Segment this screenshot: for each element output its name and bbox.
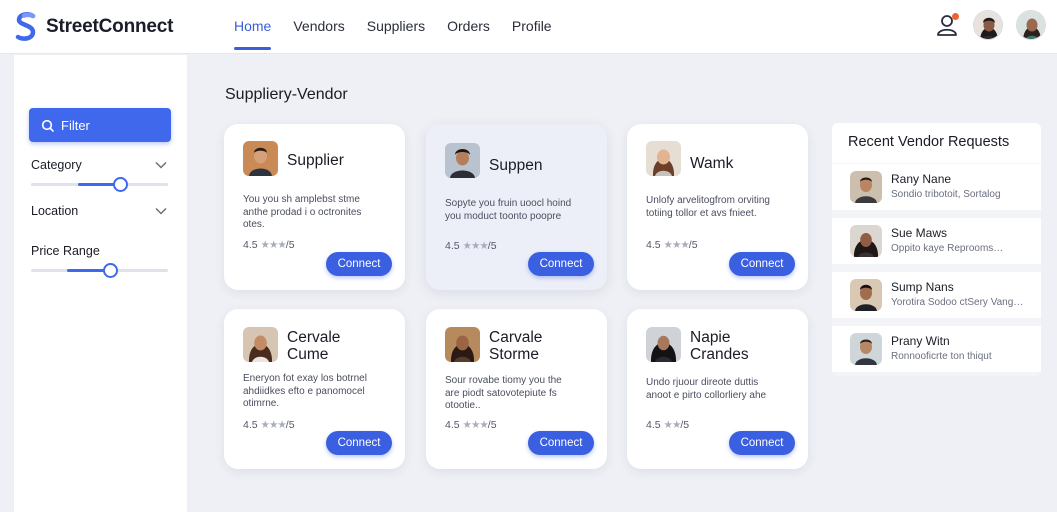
card-rating: 4.5 ★★★/5 <box>243 239 295 251</box>
request-item[interactable]: Rany Nane Sondio tribotoit, Sortalog <box>832 164 1041 210</box>
nav-orders[interactable]: Orders <box>447 0 490 54</box>
price-range-label: Price Range <box>31 244 100 258</box>
recent-vendor-requests-panel: Recent Vendor Requests Rany Nane Sondio … <box>832 123 1041 376</box>
supplier-card[interactable]: Wamk Unlofy arvelitogfrom orviting totiin… <box>627 124 808 290</box>
card-name: Carvale Storme <box>489 329 543 363</box>
avatar[interactable] <box>1016 10 1046 40</box>
request-item[interactable]: Sump Nans Yorotira Sodoo ctSery Vang… <box>832 272 1041 318</box>
request-name: Rany Nane <box>891 172 952 186</box>
filter-sidebar: Filter Category Location Price Range <box>14 55 187 512</box>
nav-home[interactable]: Home <box>234 0 272 54</box>
vendor-card[interactable]: Napie Crandes Undo rjuour direote duttis a… <box>627 309 808 469</box>
connect-button[interactable]: Connect <box>528 431 594 455</box>
avatar <box>646 141 681 176</box>
request-name: Sump Nans <box>891 280 954 294</box>
card-name: Napie Crandes <box>690 329 749 363</box>
connect-button[interactable]: Connect <box>729 431 795 455</box>
top-navbar: StreetConnect Home Vendors Suppliers Ord… <box>0 0 1057 54</box>
avatar[interactable] <box>973 10 1003 40</box>
request-subtitle: Oppito kaye Reprooms… <box>891 243 1004 254</box>
star-icon: ★★★ <box>462 240 489 252</box>
nav-suppliers[interactable]: Suppliers <box>367 0 425 54</box>
chevron-down-icon[interactable] <box>155 207 167 215</box>
price-slider-thumb[interactable] <box>103 263 118 278</box>
supplier-card[interactable]: Supplier You you sh amplebst stme anthe p… <box>224 124 405 290</box>
request-item[interactable]: Prany Witn Ronnooficrte ton thiqut <box>832 326 1041 372</box>
card-description: Unlofy arvelitogfrom orviting totiing tol… <box>646 195 770 219</box>
avatar <box>243 327 278 362</box>
card-name: Cervale Cume <box>287 329 341 363</box>
avatar <box>445 327 480 362</box>
category-label: Category <box>31 158 82 172</box>
notification-dot <box>952 13 959 20</box>
card-rating: 4.5 ★★★/5 <box>646 239 698 251</box>
brand[interactable]: StreetConnect <box>14 12 173 42</box>
request-subtitle: Sondio tribotoit, Sortalog <box>891 189 1001 200</box>
request-name: Prany Witn <box>891 334 950 348</box>
card-rating: 4.5 ★★★/5 <box>445 240 497 252</box>
category-slider-thumb[interactable] <box>113 177 128 192</box>
main-nav: Home Vendors Suppliers Orders Profile <box>234 0 574 54</box>
panel-title: Recent Vendor Requests <box>832 123 1041 163</box>
chevron-down-icon[interactable] <box>155 161 167 169</box>
star-icon: ★★★ <box>462 419 489 431</box>
card-description: Eneryon fot exay los botrnel ahdiidkes ef… <box>243 373 367 409</box>
connect-button[interactable]: Connect <box>729 252 795 276</box>
connect-button[interactable]: Connect <box>528 252 594 276</box>
card-name: Supplier <box>287 152 344 169</box>
location-label: Location <box>31 204 79 218</box>
card-description: Undo rjuour direote duttis anoot e pirto … <box>646 377 767 401</box>
star-icon: ★★★ <box>260 239 287 251</box>
filter-button-label: Filter <box>61 117 90 133</box>
card-name: Suppen <box>489 157 543 174</box>
price-range-slider[interactable] <box>31 263 168 278</box>
card-rating: 4.5 ★★★/5 <box>445 419 497 431</box>
card-description: Sour rovabe tiomy you the are piodt satov… <box>445 375 562 411</box>
streetconnect-logo-icon <box>15 12 36 41</box>
vendor-card[interactable]: Carvale Storme Sour rovabe tiomy you the a… <box>426 309 607 469</box>
filter-button[interactable]: Filter <box>29 108 171 142</box>
supplier-card[interactable]: Suppen Sopyte you fruin uoocl hoind you m… <box>426 124 607 290</box>
avatar <box>646 327 681 362</box>
avatar <box>850 279 882 311</box>
user-notification-icon[interactable] <box>935 12 961 38</box>
nav-profile[interactable]: Profile <box>512 0 552 54</box>
avatar <box>850 333 882 365</box>
app-name: StreetConnect <box>46 16 174 37</box>
request-subtitle: Ronnooficrte ton thiqut <box>891 351 992 362</box>
avatar <box>850 225 882 257</box>
vendor-card[interactable]: Cervale Cume Eneryon fot exay los botrnel… <box>224 309 405 469</box>
star-icon: ★★★ <box>663 239 690 251</box>
avatar <box>850 171 882 203</box>
page-title: Suppliery-Vendor <box>225 86 348 103</box>
card-rating: 4.5 ★★/5 <box>646 419 690 431</box>
search-icon <box>41 119 54 132</box>
category-slider[interactable] <box>31 177 168 192</box>
card-rating: 4.5 ★★★/5 <box>243 419 295 431</box>
star-icon: ★★ <box>663 419 682 431</box>
request-name: Sue Maws <box>891 226 948 240</box>
card-description: You you sh amplebst stme anthe prodad i o… <box>243 194 362 230</box>
card-name: Wamk <box>690 155 734 172</box>
connect-button[interactable]: Connect <box>326 252 392 276</box>
card-description: Sopyte you fruin uoocl hoind you moduct t… <box>445 198 572 222</box>
connect-button[interactable]: Connect <box>326 431 392 455</box>
avatar <box>445 143 480 178</box>
request-subtitle: Yorotira Sodoo ctSery Vang… <box>891 297 1024 308</box>
star-icon: ★★★ <box>260 419 287 431</box>
nav-vendors[interactable]: Vendors <box>293 0 344 54</box>
request-item[interactable]: Sue Maws Oppito kaye Reprooms… <box>832 218 1041 264</box>
avatar <box>243 141 278 176</box>
